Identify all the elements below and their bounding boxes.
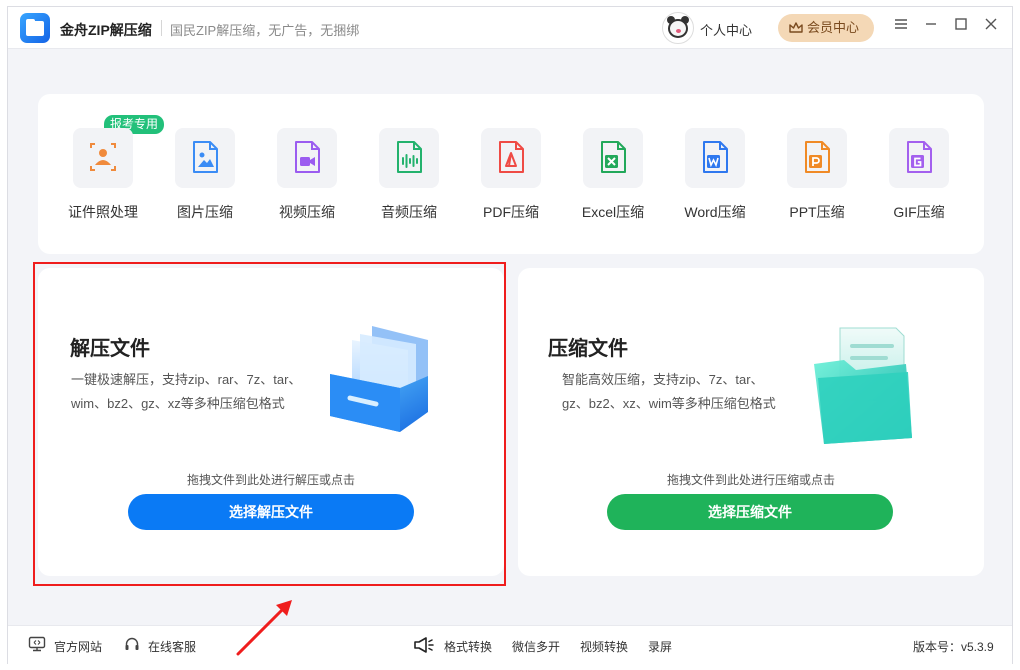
app-slogan: 国民ZIP解压缩，无广告，无捆绑 — [170, 23, 360, 38]
app-window: 金舟ZIP解压缩 国民ZIP解压缩，无广告，无捆绑 个人中心 会员中心 报考专用… — [7, 6, 1013, 665]
excel-icon — [583, 128, 643, 188]
maximize-icon[interactable] — [951, 17, 971, 37]
official-website-link[interactable]: 官方网站 — [54, 638, 102, 655]
hamburger-icon[interactable] — [891, 17, 911, 37]
audio-icon — [379, 128, 439, 188]
tool-label: 图片压缩 — [177, 204, 233, 220]
extract-description: 一键极速解压，支持zip、rar、7z、tar、wim、bz2、gz、xz等多种… — [71, 372, 302, 411]
video-convert-link[interactable]: 视频转换 — [580, 638, 628, 655]
tools-panel: 报考专用 证件照处理 图片压缩 视频压缩 音频压缩 PDF压缩 Excel压缩 … — [38, 94, 984, 254]
tool-label: PDF压缩 — [483, 204, 539, 220]
select-compress-file-button[interactable]: 选择压缩文件 — [607, 494, 893, 530]
image-icon — [175, 128, 235, 188]
app-logo — [20, 13, 50, 43]
tool-label: 音频压缩 — [381, 204, 437, 220]
tool-gif-compress[interactable]: GIF压缩 — [869, 128, 969, 228]
gif-icon — [889, 128, 949, 188]
monitor-icon — [28, 636, 46, 652]
select-extract-file-button[interactable]: 选择解压文件 — [128, 494, 414, 530]
extract-drag-hint: 拖拽文件到此处进行解压或点击 — [186, 473, 355, 487]
compress-drop-zone[interactable]: 压缩文件 智能高效压缩，支持zip、7z、tar、gz、bz2、xz、wim等多… — [518, 268, 984, 576]
vip-center-button[interactable]: 会员中心 — [778, 14, 874, 42]
id-photo-icon — [73, 128, 133, 188]
crown-icon — [789, 22, 803, 33]
tool-label: 证件照处理 — [68, 204, 138, 220]
extract-title: 解压文件 — [70, 338, 150, 360]
tool-pdf-compress[interactable]: PDF压缩 — [461, 128, 561, 228]
close-icon[interactable] — [981, 17, 1001, 37]
tool-video-compress[interactable]: 视频压缩 — [257, 128, 357, 228]
tool-label: GIF压缩 — [893, 204, 945, 220]
format-convert-link[interactable]: 格式转换 — [444, 638, 492, 655]
screen-record-link[interactable]: 录屏 — [648, 638, 672, 655]
compress-drag-hint: 拖拽文件到此处进行压缩或点击 — [666, 473, 835, 487]
status-bar: 官方网站 在线客服 格式转换 微信多开 视频转换 录屏 版本号：v5.3.9 — [8, 625, 1012, 665]
tool-label: Excel压缩 — [581, 204, 645, 220]
minimize-icon[interactable] — [921, 17, 941, 37]
tool-excel-compress[interactable]: Excel压缩 — [563, 128, 663, 228]
tool-word-compress[interactable]: Word压缩 — [665, 128, 765, 228]
megaphone-icon — [414, 637, 434, 653]
arrow-annotation — [236, 600, 292, 656]
tool-label: PPT压缩 — [789, 204, 845, 220]
drawer-illustration — [330, 326, 428, 432]
tool-ppt-compress[interactable]: PPT压缩 — [767, 128, 867, 228]
ppt-icon — [787, 128, 847, 188]
title-divider — [161, 20, 162, 36]
tool-image-compress[interactable]: 图片压缩 — [155, 128, 255, 228]
personal-center-link[interactable]: 个人中心 — [700, 20, 752, 39]
vip-center-label: 会员中心 — [807, 20, 860, 35]
user-avatar[interactable] — [662, 12, 694, 44]
video-icon — [277, 128, 337, 188]
online-service-link[interactable]: 在线客服 — [148, 638, 196, 655]
extract-drop-zone[interactable]: 解压文件 一键极速解压，支持zip、rar、7z、tar、wim、bz2、gz、… — [38, 268, 504, 576]
tool-label: Word压缩 — [684, 204, 746, 220]
tool-label: 视频压缩 — [279, 204, 335, 220]
compress-description: 智能高效压缩，支持zip、7z、tar、gz、bz2、xz、wim等多种压缩包格… — [562, 372, 776, 411]
compress-title: 压缩文件 — [548, 338, 628, 360]
tool-audio-compress[interactable]: 音频压缩 — [359, 128, 459, 228]
pdf-icon — [481, 128, 541, 188]
folder-illustration — [814, 327, 912, 444]
version-label: 版本号：v5.3.9 — [913, 640, 994, 654]
headset-icon — [125, 637, 139, 650]
word-icon — [685, 128, 745, 188]
avatar-nose — [676, 29, 681, 33]
tool-id-photo[interactable]: 证件照处理 — [53, 128, 153, 228]
app-name: 金舟ZIP解压缩 — [60, 22, 152, 38]
wechat-multi-link[interactable]: 微信多开 — [512, 638, 560, 655]
title-bar: 金舟ZIP解压缩 国民ZIP解压缩，无广告，无捆绑 个人中心 会员中心 — [8, 7, 1012, 49]
